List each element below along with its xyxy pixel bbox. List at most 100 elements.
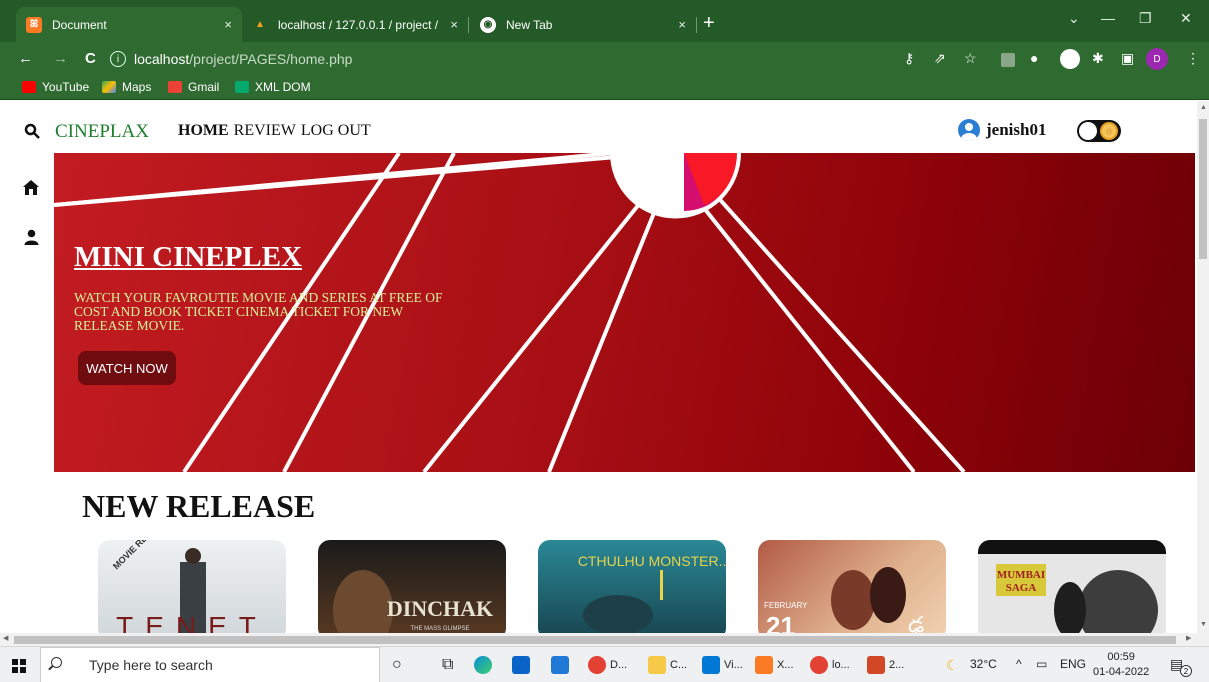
- clock[interactable]: 00:59 01-04-2022: [1093, 650, 1149, 680]
- tab-close-icon[interactable]: ×: [450, 17, 458, 32]
- back-icon[interactable]: ←: [18, 50, 33, 67]
- share-icon[interactable]: ⇗: [934, 50, 946, 67]
- restore-icon[interactable]: ❐: [1139, 10, 1152, 27]
- cortana-icon[interactable]: ○: [392, 655, 402, 675]
- svg-text:THE MASS GLIMPSE: THE MASS GLIMPSE: [410, 626, 469, 632]
- folder-icon: [648, 656, 666, 674]
- scroll-up-icon[interactable]: ▲: [1200, 104, 1207, 111]
- puzzle-icon[interactable]: ✱: [1092, 50, 1104, 67]
- edge-app[interactable]: [474, 655, 496, 675]
- toggle-knob: [1079, 122, 1097, 140]
- extension-avatar-icon[interactable]: [1060, 49, 1080, 69]
- site-info-icon[interactable]: i: [110, 51, 126, 67]
- bookmark-gmail[interactable]: Gmail: [168, 80, 219, 94]
- chrome-icon: [588, 656, 606, 674]
- poster-february-21: FEBRUARY 21 ఢ: [764, 567, 924, 633]
- scroll-left-icon[interactable]: ◀: [3, 634, 8, 642]
- tab-close-icon[interactable]: ×: [224, 17, 232, 32]
- menu-icon[interactable]: ⋮: [1186, 50, 1200, 67]
- clock-time: 00:59: [1107, 651, 1135, 663]
- taskbar-app-powerpoint[interactable]: 2...: [867, 655, 904, 675]
- taskbar-app-chrome-d[interactable]: D...: [588, 655, 627, 675]
- taskbar-app-explorer[interactable]: C...: [648, 655, 687, 675]
- taskbar-app-xampp[interactable]: X...: [755, 655, 794, 675]
- tab-separator: [468, 17, 469, 33]
- side-panel-icon[interactable]: ▣: [1121, 50, 1134, 67]
- forward-icon[interactable]: →: [53, 50, 68, 67]
- mail-icon: [512, 656, 530, 674]
- language-indicator[interactable]: ENG: [1060, 657, 1086, 671]
- chevron-up-icon[interactable]: ^: [1016, 657, 1022, 671]
- store-app[interactable]: [551, 655, 573, 675]
- watch-now-button[interactable]: WATCH NOW: [78, 351, 176, 385]
- tab-document[interactable]: ꕤ Document ×: [16, 7, 242, 42]
- close-icon[interactable]: ✕: [1180, 10, 1192, 27]
- url-field[interactable]: i localhost/project/PAGES/home.php: [110, 46, 945, 72]
- nav-home-link[interactable]: HOME: [178, 122, 229, 140]
- theme-toggle[interactable]: ☼: [1077, 120, 1121, 142]
- profile-avatar[interactable]: D: [1146, 48, 1168, 70]
- horizontal-scrollbar[interactable]: ◀ ▶: [0, 633, 1209, 646]
- web-page: CINEPLAX HOME REVIEW LOG OUT jenish01 ☼: [0, 101, 1197, 633]
- tab-new-tab[interactable]: ◉ New Tab ×: [470, 7, 696, 42]
- star-icon[interactable]: ☆: [964, 50, 977, 67]
- bookmark-youtube[interactable]: YouTube: [22, 80, 89, 94]
- svg-text:TENET: TENET: [116, 611, 268, 633]
- key-icon[interactable]: ⚷: [904, 50, 914, 67]
- taskbar-search-input[interactable]: Type here to search: [40, 647, 380, 682]
- user-icon[interactable]: [24, 229, 39, 245]
- svg-text:ఢ: ఢ: [908, 612, 924, 633]
- poster-tenet: TENET MOVIE REVIEW: [111, 540, 268, 633]
- tab-search-icon[interactable]: ⌄: [1068, 10, 1080, 27]
- tab-close-icon[interactable]: ×: [678, 17, 686, 32]
- bookmark-maps[interactable]: Maps: [102, 80, 151, 94]
- svg-text:FEBRUARY: FEBRUARY: [764, 601, 808, 610]
- site-brand[interactable]: CINEPLAX: [55, 121, 149, 143]
- taskbar-app-label: C...: [670, 659, 688, 671]
- movie-card-mumbai-saga[interactable]: MUMBAI SAGA: [978, 540, 1166, 633]
- new-tab-button[interactable]: +: [703, 12, 715, 35]
- clock-date: 01-04-2022: [1093, 666, 1150, 678]
- hero-description: WATCH YOUR FAVROUTIE MOVIE AND SERIES AT…: [74, 290, 443, 333]
- main-nav: HOME REVIEW LOG OUT: [178, 122, 371, 140]
- bookmark-xml-dom[interactable]: XML DOM: [235, 80, 311, 94]
- taskbar-app-vscode[interactable]: Vi...: [702, 655, 743, 675]
- minimize-icon[interactable]: —: [1101, 10, 1115, 26]
- user-profile[interactable]: jenish01: [958, 119, 1046, 141]
- vertical-scrollbar[interactable]: ▲ ▼: [1197, 101, 1209, 633]
- tab-title: New Tab: [506, 17, 553, 32]
- movie-card-tenet[interactable]: TENET MOVIE REVIEW: [98, 540, 286, 633]
- svg-text:DINCHAK: DINCHAK: [387, 596, 493, 621]
- search-icon[interactable]: [24, 123, 40, 139]
- taskbar-app-chrome-lo[interactable]: lo...: [810, 655, 850, 675]
- home-icon[interactable]: [22, 179, 40, 196]
- mail-app[interactable]: [512, 655, 534, 675]
- scrollbar-thumb[interactable]: [1199, 119, 1207, 259]
- powerpoint-icon: [867, 656, 885, 674]
- scrollbar-thumb[interactable]: [14, 636, 1176, 644]
- windows-start-icon[interactable]: [12, 659, 26, 673]
- nav-review-link[interactable]: REVIEW: [234, 122, 296, 140]
- task-view-icon[interactable]: ⧉: [442, 655, 453, 675]
- search-placeholder: Type here to search: [89, 657, 213, 673]
- scroll-down-icon[interactable]: ▼: [1200, 621, 1207, 628]
- movie-card-february-21[interactable]: FEBRUARY 21 ఢ: [758, 540, 946, 633]
- windows-taskbar: Type here to search ○ ⧉ D... C... Vi... …: [0, 646, 1209, 682]
- battery-icon[interactable]: ▭: [1036, 657, 1047, 671]
- gmail-icon: [168, 81, 182, 93]
- nav-logout-link[interactable]: LOG OUT: [301, 122, 371, 140]
- tab-phpmyadmin[interactable]: ▲ localhost / 127.0.0.1 / project / r ×: [242, 7, 468, 42]
- url-host: localhost: [134, 51, 190, 67]
- weather-temp[interactable]: 32°C: [970, 657, 997, 671]
- extension-circle-icon[interactable]: ●: [1030, 50, 1038, 66]
- extension-icon[interactable]: [1001, 53, 1015, 67]
- scroll-right-icon[interactable]: ▶: [1186, 634, 1191, 642]
- user-avatar-icon: [958, 119, 980, 141]
- taskbar-app-label: lo...: [832, 659, 850, 671]
- hero-banner: MINI CINEPLEX WATCH YOUR FAVROUTIE MOVIE…: [54, 153, 1195, 472]
- poster-dinchak: DINCHAK THE MASS GLIMPSE: [333, 570, 493, 633]
- bookmarks-bar: YouTube Maps Gmail XML DOM: [0, 76, 1209, 100]
- reload-icon[interactable]: C: [85, 50, 96, 67]
- movie-card-dinchak[interactable]: DINCHAK THE MASS GLIMPSE: [318, 540, 506, 633]
- movie-card-cthulhu[interactable]: CTHULHU MONSTER..?: [538, 540, 726, 633]
